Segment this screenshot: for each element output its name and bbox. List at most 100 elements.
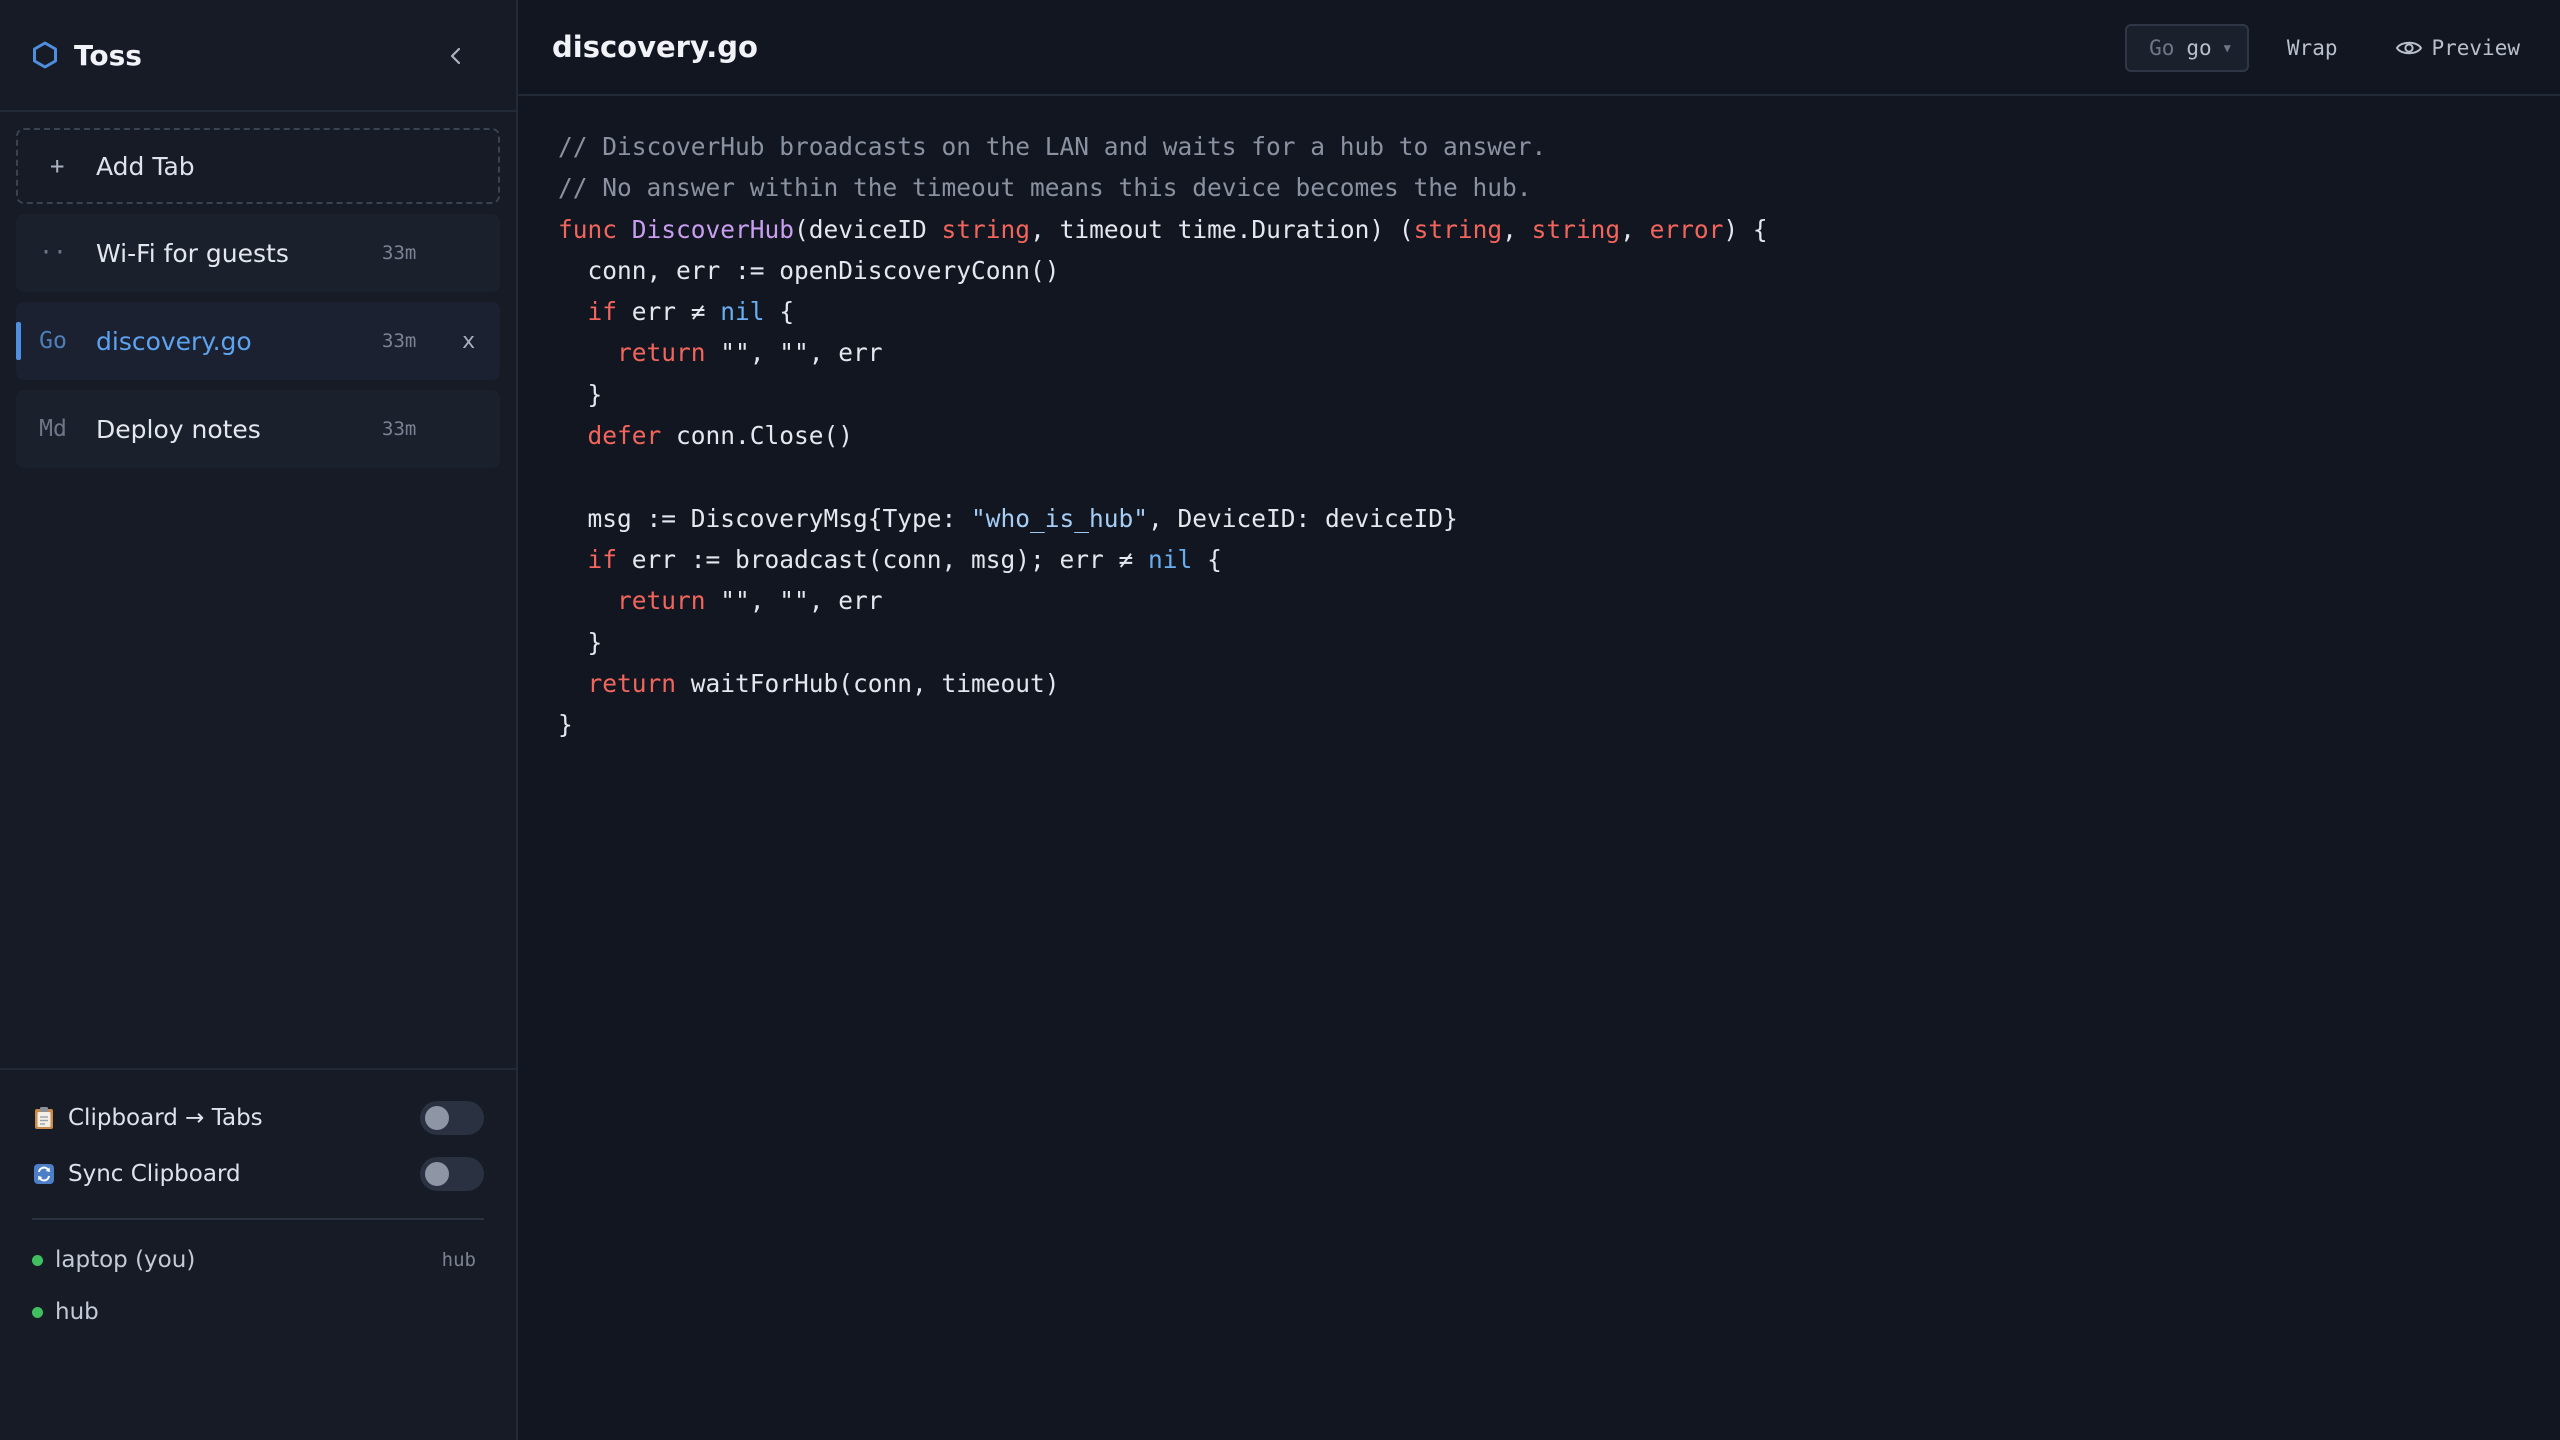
code-token: { bbox=[1192, 544, 1222, 574]
code-token: nil bbox=[1148, 544, 1193, 574]
setting-label: Sync Clipboard bbox=[68, 1161, 241, 1187]
code-token: if bbox=[587, 544, 618, 574]
chevron-left-icon bbox=[450, 47, 461, 65]
file-title: discovery.go bbox=[552, 30, 758, 64]
hexagon-logo-icon bbox=[30, 38, 60, 72]
device-label: hub bbox=[55, 1299, 99, 1325]
language-value: go bbox=[2186, 36, 2212, 60]
device-role-badge: hub bbox=[441, 1249, 476, 1271]
tab-item-age: 33m bbox=[382, 242, 417, 264]
code-token: string bbox=[941, 214, 1031, 244]
code-token: , timeout time.Duration) ( bbox=[1030, 214, 1414, 244]
add-tab-button[interactable]: + Add Tab bbox=[16, 128, 500, 204]
code-token: return bbox=[617, 586, 706, 616]
code-token: ) { bbox=[1723, 214, 1768, 244]
code-token: return bbox=[617, 338, 706, 368]
code-token: } bbox=[558, 710, 573, 740]
setting-label: Clipboard → Tabs bbox=[68, 1105, 263, 1131]
add-tab-label: Add Tab bbox=[96, 151, 195, 181]
app-title: Toss bbox=[74, 38, 142, 72]
tab-list: + Add Tab ·· Wi-Fi for guests 33m Go dis… bbox=[0, 112, 516, 1068]
tab-item-label: discovery.go bbox=[96, 326, 252, 356]
code-token: msg := DiscoveryMsg{Type: bbox=[558, 503, 972, 533]
code-line: if err ≠ nil { bbox=[558, 291, 2560, 332]
device-item-laptop: laptop (you) hub bbox=[32, 1234, 484, 1286]
tab-item-deploy-notes[interactable]: Md Deploy notes 33m bbox=[16, 390, 500, 468]
code-line: return "", "", err bbox=[558, 332, 2560, 373]
code-token: } bbox=[558, 627, 603, 657]
collapse-sidebar-button[interactable] bbox=[440, 40, 472, 72]
code-token: waitForHub(conn, timeout) bbox=[676, 668, 1060, 698]
tab-item-label: Wi-Fi for guests bbox=[96, 238, 289, 268]
plus-icon: + bbox=[50, 152, 65, 180]
tab-type-badge: Go bbox=[39, 328, 67, 354]
code-token: err ≠ bbox=[617, 297, 721, 327]
main-panel: discovery.go Go go ▼ Wrap Preview // Dis… bbox=[518, 0, 2560, 1440]
language-select[interactable]: Go go ▼ bbox=[2125, 24, 2249, 72]
eye-icon bbox=[2395, 38, 2423, 58]
code-token: string bbox=[1413, 214, 1503, 244]
language-badge: Go bbox=[2149, 36, 2175, 60]
sync-icon bbox=[32, 1162, 56, 1186]
tab-item-age: 33m bbox=[382, 330, 417, 352]
tab-item-wifi-for-guests[interactable]: ·· Wi-Fi for guests 33m bbox=[16, 214, 500, 292]
code-token: nil bbox=[720, 297, 765, 327]
preview-button[interactable]: Preview bbox=[2395, 36, 2520, 60]
sync-clipboard-toggle[interactable] bbox=[420, 1157, 484, 1191]
code-line: if err := broadcast(conn, msg); err ≠ ni… bbox=[558, 539, 2560, 580]
code-line: return "", "", err bbox=[558, 580, 2560, 621]
code-line: } bbox=[558, 704, 2560, 745]
code-token: , bbox=[1620, 214, 1650, 244]
code-token: if bbox=[587, 297, 618, 327]
tab-item-age: 33m bbox=[382, 418, 417, 440]
sidebar-footer: Clipboard → Tabs Sync Clipboard laptop (… bbox=[0, 1068, 516, 1440]
online-status-dot bbox=[32, 1254, 43, 1266]
code-token: } bbox=[558, 379, 603, 409]
code-line: msg := DiscoveryMsg{Type: "who_is_hub", … bbox=[558, 498, 2560, 539]
code-token: conn, err := openDiscoveryConn() bbox=[558, 255, 1060, 285]
active-indicator bbox=[16, 322, 21, 360]
sidebar: Toss + Add Tab ·· Wi-Fi for guests 33m G… bbox=[0, 0, 518, 1440]
code-token: "", "", err bbox=[705, 586, 883, 616]
code-line: func DiscoverHub(deviceID string, timeou… bbox=[558, 209, 2560, 250]
sidebar-header: Toss bbox=[0, 0, 516, 112]
code-line: // No answer within the timeout means th… bbox=[558, 167, 2560, 208]
code-token: (deviceID bbox=[794, 214, 942, 244]
tab-type-badge: ·· bbox=[39, 240, 67, 266]
code-token: { bbox=[764, 297, 795, 327]
code-token: string bbox=[1531, 214, 1621, 244]
close-tab-button[interactable]: x bbox=[462, 329, 475, 354]
tab-type-badge: Md bbox=[39, 416, 67, 442]
app-window: Toss + Add Tab ·· Wi-Fi for guests 33m G… bbox=[0, 0, 2560, 1440]
device-label: laptop (you) bbox=[55, 1247, 196, 1273]
setting-clipboard-to-tabs: Clipboard → Tabs bbox=[32, 1090, 484, 1146]
code-line: // DiscoverHub broadcasts on the LAN and… bbox=[558, 126, 2560, 167]
wrap-label: Wrap bbox=[2286, 36, 2338, 60]
code-token: , DeviceID: deviceID} bbox=[1148, 503, 1458, 533]
device-item-hub: hub bbox=[32, 1286, 484, 1338]
clipboard-icon bbox=[32, 1106, 56, 1130]
code-token: defer bbox=[587, 421, 662, 451]
divider bbox=[32, 1218, 484, 1220]
header-actions: Go go ▼ Wrap Preview bbox=[2125, 24, 2520, 72]
editor-header: discovery.go Go go ▼ Wrap Preview bbox=[518, 0, 2560, 96]
code-token: error bbox=[1649, 214, 1724, 244]
chevron-down-icon: ▼ bbox=[2223, 41, 2231, 55]
preview-label: Preview bbox=[2431, 36, 2520, 60]
code-token: conn.Close() bbox=[661, 421, 854, 451]
wrap-button[interactable]: Wrap bbox=[2287, 36, 2338, 60]
code-token: "", "", err bbox=[705, 338, 883, 368]
code-token: func bbox=[558, 214, 632, 244]
tab-item-discovery-go[interactable]: Go discovery.go 33m x bbox=[16, 302, 500, 380]
toggle-knob bbox=[425, 1106, 449, 1130]
clipboard-to-tabs-toggle[interactable] bbox=[420, 1101, 484, 1135]
setting-sync-clipboard: Sync Clipboard bbox=[32, 1146, 484, 1202]
code-editor[interactable]: // DiscoverHub broadcasts on the LAN and… bbox=[518, 96, 2560, 1440]
code-line: } bbox=[558, 374, 2560, 415]
toggle-knob bbox=[425, 1162, 449, 1186]
